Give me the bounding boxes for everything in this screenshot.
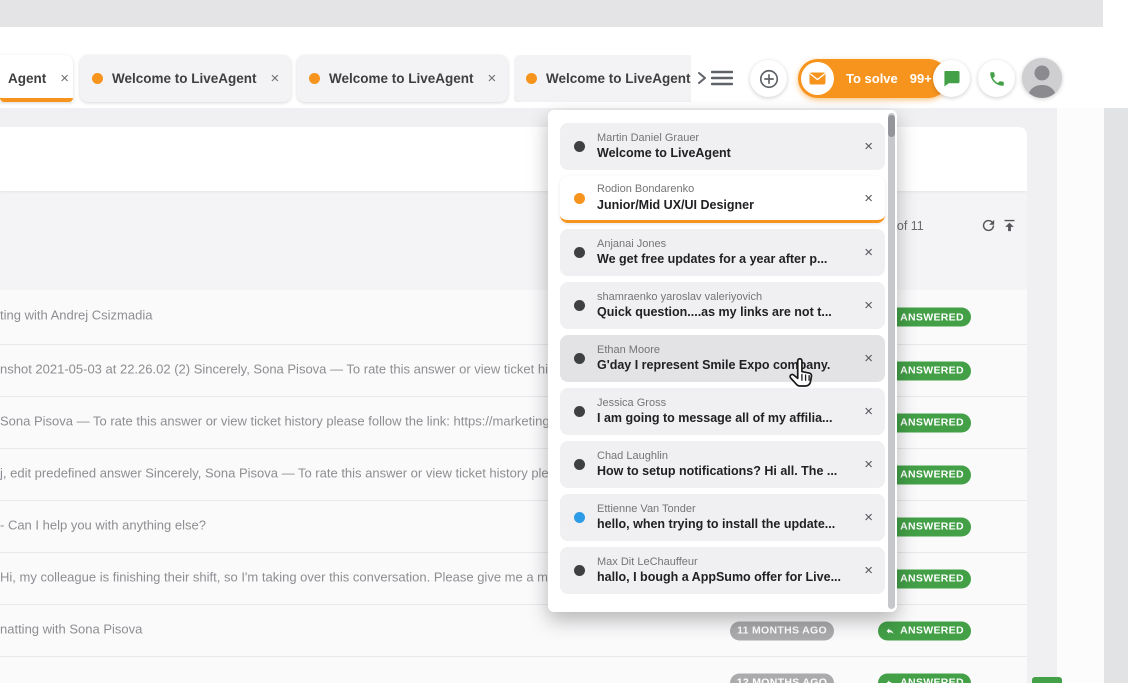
right-gutter-band [1057, 108, 1104, 683]
ticket-dot-icon [574, 300, 585, 311]
status-badge: ANSWERED [878, 621, 971, 640]
tab-welcome-3-clipped[interactable]: Welcome to LiveAgent × [514, 55, 691, 102]
ticket-customer-name: Martin Daniel Grauer [597, 131, 856, 146]
tab-agent[interactable]: Agent × [0, 55, 73, 102]
to-solve-count: 99+ [910, 71, 932, 86]
tab-welcome-2[interactable]: Welcome to LiveAgent × [297, 55, 508, 102]
close-icon[interactable]: × [864, 509, 873, 526]
close-icon[interactable]: × [60, 70, 69, 87]
ticket-subject: G'day I represent Smile Expo company. [597, 357, 856, 374]
ticket-subject: How to setup notifications? Hi all. The … [597, 463, 856, 480]
ticket-dot-icon [574, 247, 585, 258]
liveagent-app-window: Agent × Welcome to LiveAgent × Welcome t… [0, 0, 1128, 683]
ticket-row-text: nshot 2021-05-03 at 22.26.02 (2) Sincere… [0, 361, 554, 376]
open-tickets-dropdown: Martin Daniel Grauer Welcome to LiveAgen… [548, 110, 897, 612]
close-icon[interactable]: × [271, 70, 280, 87]
open-ticket-item[interactable]: Max Dit LeChauffeur hallo, I bough a App… [560, 547, 885, 594]
ticket-dot-icon [574, 459, 585, 470]
ticket-dot-icon [574, 565, 585, 576]
phone-icon [988, 70, 1006, 88]
ticket-dot-icon [526, 73, 537, 84]
close-icon[interactable]: × [864, 244, 873, 261]
open-ticket-item-active[interactable]: Rodion Bondarenko Junior/Mid UX/UI Desig… [560, 176, 885, 223]
ticket-subject: Junior/Mid UX/UI Designer [597, 197, 856, 214]
ticket-dot-icon [574, 141, 585, 152]
agent-avatar[interactable] [1022, 58, 1062, 98]
close-icon[interactable]: × [864, 350, 873, 367]
open-ticket-item[interactable]: shamraenko yaroslav valeriyovich Quick q… [560, 282, 885, 329]
close-icon[interactable]: × [864, 403, 873, 420]
open-ticket-item[interactable]: Anjanai Jones We get free updates for a … [560, 229, 885, 276]
dropdown-scrollbar-thumb[interactable] [888, 115, 895, 137]
close-icon[interactable]: × [864, 456, 873, 473]
ticket-customer-name: Ethan Moore [597, 343, 856, 358]
ticket-subject: Welcome to LiveAgent [597, 145, 856, 162]
ticket-subject: I am going to message all of my affilia.… [597, 410, 856, 427]
ticket-customer-name: Rodion Bondarenko [597, 182, 856, 197]
open-tickets-menu-icon[interactable] [708, 66, 736, 90]
refresh-icon[interactable] [980, 217, 997, 234]
ticket-customer-name: shamraenko yaroslav valeriyovich [597, 290, 856, 305]
ticket-row-text: natting with Sona Pisova [0, 621, 142, 636]
add-ticket-button[interactable] [750, 60, 787, 97]
tab-label: Agent [8, 71, 46, 86]
ticket-customer-name: Chad Laughlin [597, 449, 856, 464]
tab-label: Welcome to LiveAgent [546, 71, 691, 86]
ticket-row-text: ting with Andrej Csizmadia [0, 308, 152, 323]
ticket-row-text: Sona Pisova — To rate this answer or vie… [0, 413, 550, 428]
tab-label: Welcome to LiveAgent [329, 71, 474, 86]
time-badge: 12 MONTHS AGO [730, 673, 834, 683]
time-badge: 11 MONTHS AGO [730, 621, 834, 640]
ticket-customer-name: Max Dit LeChauffeur [597, 555, 856, 570]
to-solve-label: To solve [846, 71, 898, 86]
chat-bubble-icon [943, 70, 960, 87]
right-edge-band [1104, 108, 1128, 683]
window-title-strip [0, 0, 1103, 27]
scroll-to-top-icon[interactable] [1001, 217, 1018, 234]
ticket-dot-icon [92, 73, 103, 84]
to-solve-button[interactable]: To solve 99+ [798, 59, 948, 98]
ticket-subject: hallo, I bough a AppSumo offer for Live.… [597, 569, 856, 586]
close-icon[interactable]: × [864, 190, 873, 207]
ticket-row-text: - Can I help you with anything else? [0, 517, 206, 532]
ticket-row-text: Hi, my colleague is finishing their shif… [0, 569, 548, 584]
ticket-subject: Quick question....as my links are not t.… [597, 304, 856, 321]
tab-welcome-1[interactable]: Welcome to LiveAgent × [80, 55, 291, 102]
ticket-dot-icon [574, 406, 585, 417]
ticket-dot-icon [574, 353, 585, 364]
tab-label: Welcome to LiveAgent [112, 71, 257, 86]
status-badge: ANSWERED [878, 673, 971, 683]
ticket-dot-icon [574, 512, 585, 523]
floating-chat-button[interactable] [1032, 677, 1062, 683]
ticket-customer-name: Anjanai Jones [597, 237, 856, 252]
open-ticket-item[interactable]: Jessica Gross I am going to message all … [560, 388, 885, 435]
ticket-subject: We get free updates for a year after p..… [597, 251, 856, 268]
open-ticket-item[interactable]: Martin Daniel Grauer Welcome to LiveAgen… [560, 123, 885, 170]
open-ticket-item[interactable]: Chad Laughlin How to setup notifications… [560, 441, 885, 488]
reply-arrow-icon [885, 678, 895, 683]
ticket-subject: hello, when trying to install the update… [597, 516, 856, 533]
chats-button[interactable] [933, 60, 970, 97]
ticket-row[interactable]: 12 MONTHS AGO ANSWERED [0, 657, 1027, 683]
ticket-customer-name: Jessica Gross [597, 396, 856, 411]
reply-arrow-icon [885, 626, 895, 635]
close-icon[interactable]: × [864, 138, 873, 155]
close-icon[interactable]: × [864, 297, 873, 314]
tab-welcome-3[interactable]: Welcome to LiveAgent × [514, 55, 691, 102]
ticket-customer-name: Ettienne Van Tonder [597, 502, 856, 517]
dropdown-scrollbar[interactable] [888, 113, 895, 609]
ticket-row[interactable]: natting with Sona Pisova 11 MONTHS AGO A… [0, 605, 1027, 657]
ticket-dot-icon [574, 193, 585, 204]
ticket-row-text: j, edit predefined answer Sincerely, Son… [0, 465, 556, 480]
envelope-icon [801, 62, 834, 95]
calls-button[interactable] [978, 60, 1015, 97]
open-ticket-item-hovered[interactable]: Ethan Moore G'day I represent Smile Expo… [560, 335, 885, 382]
close-icon[interactable]: × [864, 562, 873, 579]
ticket-dot-icon [309, 73, 320, 84]
close-icon[interactable]: × [488, 70, 497, 87]
open-ticket-item[interactable]: Ettienne Van Tonder hello, when trying t… [560, 494, 885, 541]
